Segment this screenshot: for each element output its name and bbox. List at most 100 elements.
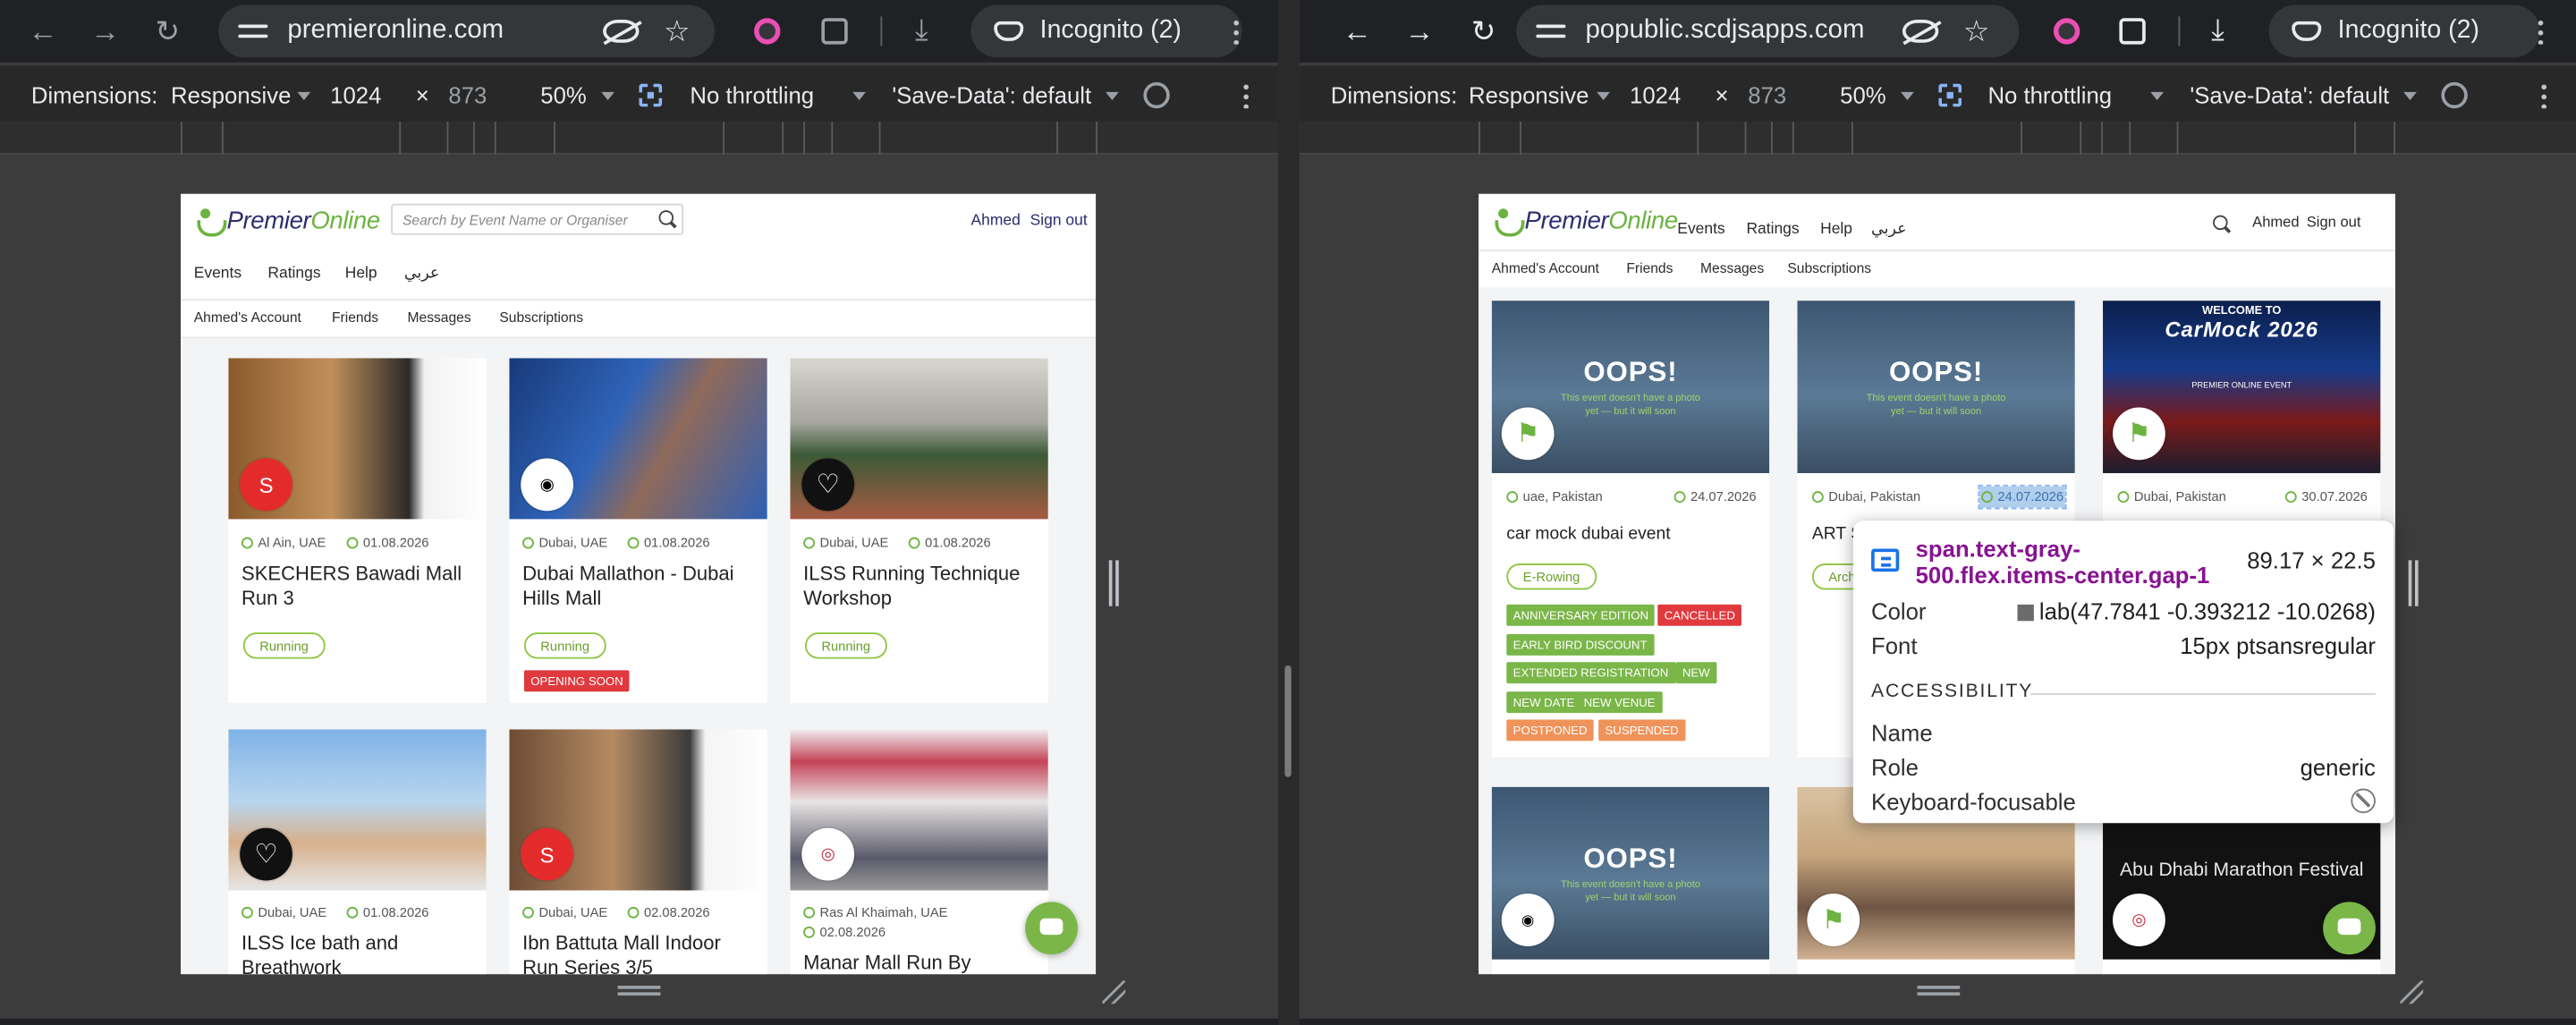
subnav-friends[interactable]: Friends	[332, 309, 378, 325]
event-card[interactable]: S Dubai, UAE 02.08.2026 Ibn Battuta Mall…	[509, 729, 767, 975]
reload-icon[interactable]: ↻	[1467, 15, 1500, 48]
viewport-corner-resize-handle[interactable]	[1102, 980, 1126, 1004]
tracking-protection-icon[interactable]	[1902, 20, 1939, 43]
zoom-select[interactable]: 50%	[1840, 82, 1885, 108]
address-bar[interactable]: popublic.scdjsapps.com	[1516, 4, 2020, 58]
subnav-account[interactable]: Ahmed's Account	[194, 309, 301, 325]
incognito-chip[interactable]: Incognito (2)	[970, 4, 1242, 58]
viewport-corner-resize-handle[interactable]	[2400, 980, 2424, 1004]
save-data-select[interactable]: 'Save-Data': default	[892, 82, 1091, 108]
back-icon[interactable]: ←	[1341, 15, 1374, 48]
inspector-role-value: generic	[2300, 754, 2376, 781]
extensions-puzzle-icon[interactable]	[821, 18, 848, 45]
sign-out-link[interactable]: Sign out	[1030, 212, 1088, 230]
media-query-ruler[interactable]	[0, 121, 1278, 155]
event-card[interactable]: ◉ Dubai, UAE 01.08.2026 Dubai Mallathon …	[509, 358, 767, 704]
event-card[interactable]: S Al Ain, UAE 01.08.2026 SKECHERS Bawadi…	[228, 358, 487, 704]
event-title[interactable]: Manar Mall Run By	[803, 951, 1041, 974]
extension-color-icon[interactable]	[2053, 18, 2080, 45]
inspector-selector: span.text-gray-500.flex.items-center.gap…	[1915, 535, 2210, 589]
throttle-select[interactable]: No throttling	[690, 82, 814, 108]
nav-ratings[interactable]: Ratings	[267, 265, 320, 283]
width-input[interactable]: 1024	[1630, 82, 1681, 108]
event-title[interactable]: ILSS Running Technique Workshop	[803, 562, 1033, 611]
search-icon[interactable]	[2213, 215, 2228, 231]
extensions-puzzle-icon[interactable]	[2119, 18, 2146, 45]
inspector-name-label: Name	[1871, 719, 1933, 746]
height-input[interactable]: 873	[1748, 82, 1786, 108]
media-query-ruler[interactable]	[1299, 121, 2576, 155]
height-input[interactable]: 873	[448, 82, 487, 108]
user-link[interactable]: Ahmed	[2252, 214, 2299, 230]
viewport-side-resize-handle[interactable]	[2408, 560, 2419, 606]
tracking-protection-icon[interactable]	[603, 20, 640, 43]
subnav-friends[interactable]: Friends	[1626, 259, 1673, 275]
rotate-icon[interactable]	[1143, 81, 1170, 109]
forward-icon[interactable]: →	[1403, 15, 1436, 48]
device-toolbar-menu-icon[interactable]	[2541, 81, 2546, 109]
viewport-side-resize-handle[interactable]	[1108, 560, 1119, 606]
event-title[interactable]: ILSS Ice bath and Breathwork	[242, 931, 471, 974]
nav-help[interactable]: Help	[345, 265, 377, 283]
viewport-bottom-resize-handle[interactable]	[1917, 986, 1961, 996]
reload-icon[interactable]: ↻	[151, 15, 184, 48]
event-title[interactable]: car mock dubai event	[1506, 522, 1670, 547]
nav-arabic[interactable]: عربي	[1871, 220, 1906, 238]
save-data-select[interactable]: 'Save-Data': default	[2190, 82, 2389, 108]
search-input[interactable]: Search by Event Name or Organiser	[391, 203, 684, 235]
subnav-subscriptions[interactable]: Subscriptions	[499, 309, 583, 325]
subnav-messages[interactable]: Messages	[408, 309, 471, 325]
event-card[interactable]: OOPS! This event doesn't have a photo ye…	[1491, 301, 1770, 758]
download-icon[interactable]: ⤓	[915, 13, 928, 48]
event-title[interactable]: Dubai Mallathon - Dubai Hills Mall	[522, 562, 760, 611]
throttle-select[interactable]: No throttling	[1987, 82, 2112, 108]
nav-ratings[interactable]: Ratings	[1746, 220, 1799, 238]
zoom-select[interactable]: 50%	[540, 82, 586, 108]
address-bar[interactable]: premieronline.com	[218, 4, 715, 58]
nav-events[interactable]: Events	[194, 265, 242, 283]
search-icon[interactable]	[658, 210, 674, 225]
chat-widget-button[interactable]	[1025, 902, 1078, 955]
browser-menu-icon[interactable]	[1233, 18, 1239, 45]
nav-arabic[interactable]: عربي	[404, 265, 439, 283]
subnav-messages[interactable]: Messages	[1700, 259, 1764, 275]
device-pick-icon[interactable]	[1938, 83, 1962, 107]
device-pick-icon[interactable]	[639, 83, 663, 107]
calendar-icon	[2284, 491, 2297, 504]
event-location: Dubai, UAE	[522, 536, 607, 550]
calendar-icon	[803, 926, 816, 938]
event-card[interactable]: ◎ Ras Al Khaimah, UAE 02.08.2026 Manar M…	[790, 729, 1048, 975]
site-settings-icon[interactable]	[1536, 20, 1566, 43]
sign-out-link[interactable]: Sign out	[2307, 214, 2361, 230]
nav-help[interactable]: Help	[1820, 220, 1852, 238]
event-card[interactable]: ♡ Dubai, UAE 01.08.2026 ILSS Ice bath an…	[228, 729, 487, 975]
site-settings-icon[interactable]	[238, 20, 268, 43]
viewport-bottom-resize-handle[interactable]	[617, 986, 661, 996]
device-mode-select[interactable]: Responsive	[1469, 82, 1589, 108]
organiser-logo: ♡	[801, 458, 855, 512]
incognito-chip[interactable]: Incognito (2)	[2268, 4, 2540, 58]
device-toolbar-menu-icon[interactable]	[1243, 81, 1249, 109]
rotate-icon[interactable]	[2441, 81, 2468, 109]
bookmark-star-icon[interactable]: ☆	[664, 16, 691, 46]
subnav-account[interactable]: Ahmed's Account	[1492, 259, 1599, 275]
back-icon[interactable]: ←	[26, 15, 59, 48]
download-icon[interactable]: ⤓	[2211, 13, 2224, 48]
browser-menu-icon[interactable]	[2538, 18, 2544, 45]
event-title[interactable]: Ibn Battuta Mall Indoor Run Series 3/5	[522, 931, 760, 974]
site-logo[interactable]: Premier Online	[197, 207, 380, 236]
device-mode-select[interactable]: Responsive	[171, 82, 291, 108]
extension-color-icon[interactable]	[754, 18, 781, 45]
width-input[interactable]: 1024	[330, 82, 381, 108]
site-logo[interactable]: Premier Online	[1495, 207, 1678, 236]
event-card[interactable]: OOPS! This event doesn't have a photo ye…	[1491, 786, 1770, 975]
subnav-subscriptions[interactable]: Subscriptions	[1787, 259, 1871, 275]
event-card[interactable]: ♡ Dubai, UAE 01.08.2026 ILSS Running Tec…	[790, 358, 1048, 704]
bookmark-star-icon[interactable]: ☆	[1963, 16, 1990, 46]
window-splitter[interactable]	[1277, 0, 1300, 1025]
forward-icon[interactable]: →	[89, 15, 122, 48]
user-link[interactable]: Ahmed	[971, 212, 1021, 230]
chat-widget-button[interactable]	[2323, 902, 2376, 955]
nav-events[interactable]: Events	[1677, 220, 1724, 238]
event-title[interactable]: SKECHERS Bawadi Mall Run 3	[242, 562, 471, 611]
